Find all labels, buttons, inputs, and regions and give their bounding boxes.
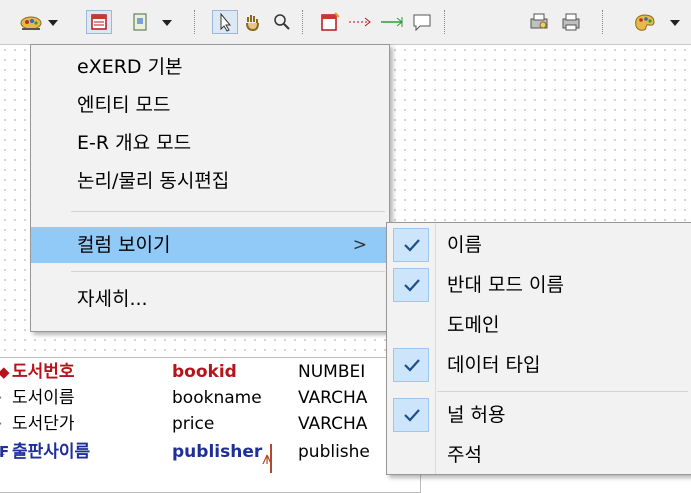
menu-item-show-columns[interactable]: 컬럼 보이기 >: [31, 227, 389, 263]
menu-item-label: 자세히...: [77, 288, 148, 310]
column-logical-name: 도서단가: [12, 414, 75, 434]
table-row[interactable]: · 도서이름 bookname VARCHA: [0, 384, 420, 412]
column-logical-name: 도서번호: [12, 362, 75, 382]
palette-icon[interactable]: [18, 10, 44, 34]
table-row[interactable]: · 도서단가 price VARCHA: [0, 410, 420, 438]
column-data-type: NUMBEI: [298, 362, 366, 382]
select-pointer-icon[interactable]: [212, 10, 238, 34]
submenu-item-label: 주석: [447, 444, 482, 466]
print-preview-icon[interactable]: [526, 10, 552, 34]
column-physical-name: bookid: [172, 362, 237, 382]
menu-item-label: 컬럼 보이기: [77, 234, 171, 256]
submenu-item-label: 반대 모드 이름: [447, 274, 564, 296]
dropdown-arrow-icon[interactable]: [668, 10, 682, 34]
new-table-icon[interactable]: [318, 10, 342, 34]
submenu-item-opposite-mode-name[interactable]: 반대 모드 이름: [387, 265, 691, 305]
notes-icon[interactable]: [128, 10, 152, 34]
column-physical-name: bookname: [172, 388, 262, 408]
menu-item-logical-physical-edit[interactable]: 논리/물리 동시편집: [31, 163, 389, 199]
show-columns-submenu: 이름 반대 모드 이름 도메인 데이터 타입 널 허용 주석: [386, 222, 691, 475]
column-physical-name: price: [172, 414, 215, 434]
view-mode-menu: eXERD 기본 엔티티 모드 E-R 개요 모드 논리/물리 동시편집 컬럼 …: [30, 44, 390, 332]
menu-item-entity-mode[interactable]: 엔티티 모드: [31, 87, 389, 123]
submenu-arrow-icon: >: [352, 235, 367, 255]
checkmark-icon: [393, 398, 429, 432]
primary-key-icon: ◆: [0, 363, 10, 381]
theme-icon[interactable]: [630, 10, 660, 34]
menu-separator: [71, 211, 385, 212]
submenu-item-name[interactable]: 이름: [387, 225, 691, 265]
checkmark-icon: [393, 348, 429, 382]
dropdown-arrow-icon[interactable]: [160, 10, 174, 34]
column-data-type: VARCHA: [298, 388, 368, 408]
checkmark-icon: [393, 268, 429, 302]
crows-foot-icon: ⩚: [262, 448, 273, 469]
toolbar-separator: [302, 10, 303, 34]
menu-item-label: eXERD 기본: [77, 56, 183, 78]
submenu-item-data-type[interactable]: 데이터 타입: [387, 345, 691, 385]
menu-separator: [437, 391, 688, 392]
submenu-item-comment[interactable]: 주석: [387, 435, 691, 475]
column-physical-name: publisher: [172, 442, 263, 462]
table-view-icon[interactable]: [86, 10, 112, 34]
hand-icon[interactable]: [240, 10, 264, 34]
menu-item-label: 엔티티 모드: [77, 94, 171, 116]
dropdown-arrow-icon[interactable]: [46, 10, 60, 34]
submenu-item-domain[interactable]: 도메인: [387, 305, 691, 345]
menu-separator: [71, 271, 385, 272]
column-data-type: VARCHA: [298, 414, 368, 434]
submenu-item-label: 이름: [447, 234, 482, 256]
column-logical-name: 도서이름: [12, 388, 75, 408]
submenu-item-nullable[interactable]: 널 허용: [387, 395, 691, 435]
identifying-relationship-icon[interactable]: [378, 10, 406, 34]
menu-item-er-overview-mode[interactable]: E-R 개요 모드: [31, 125, 389, 161]
toolbar: [0, 0, 691, 45]
relationship-icon[interactable]: [346, 10, 374, 34]
menu-item-details[interactable]: 자세히...: [31, 281, 389, 317]
note-icon[interactable]: [410, 10, 434, 34]
toolbar-separator: [194, 10, 195, 34]
submenu-item-label: 도메인: [447, 314, 500, 336]
table-row[interactable]: ₣ 출판사이름 publisher publishe: [0, 438, 420, 466]
column-icon: ·: [0, 410, 3, 438]
submenu-item-label: 널 허용: [447, 404, 506, 426]
menu-item-label: 논리/물리 동시편집: [77, 170, 230, 192]
table-row[interactable]: ◆ 도서번호 bookid NUMBEI: [0, 358, 420, 386]
column-logical-name: 출판사이름: [12, 442, 91, 462]
column-icon: ·: [0, 384, 3, 412]
foreign-key-icon: ₣: [0, 443, 9, 461]
submenu-item-label: 데이터 타입: [447, 354, 541, 376]
toolbar-separator: [444, 10, 445, 34]
menu-item-label: E-R 개요 모드: [77, 132, 192, 154]
toolbar-separator: [602, 10, 603, 34]
checkmark-icon: [393, 228, 429, 262]
column-data-type: publishe: [298, 442, 370, 462]
menu-item-exerd-basic[interactable]: eXERD 기본: [31, 49, 389, 85]
print-icon[interactable]: [558, 10, 584, 34]
zoom-icon[interactable]: [270, 10, 294, 34]
